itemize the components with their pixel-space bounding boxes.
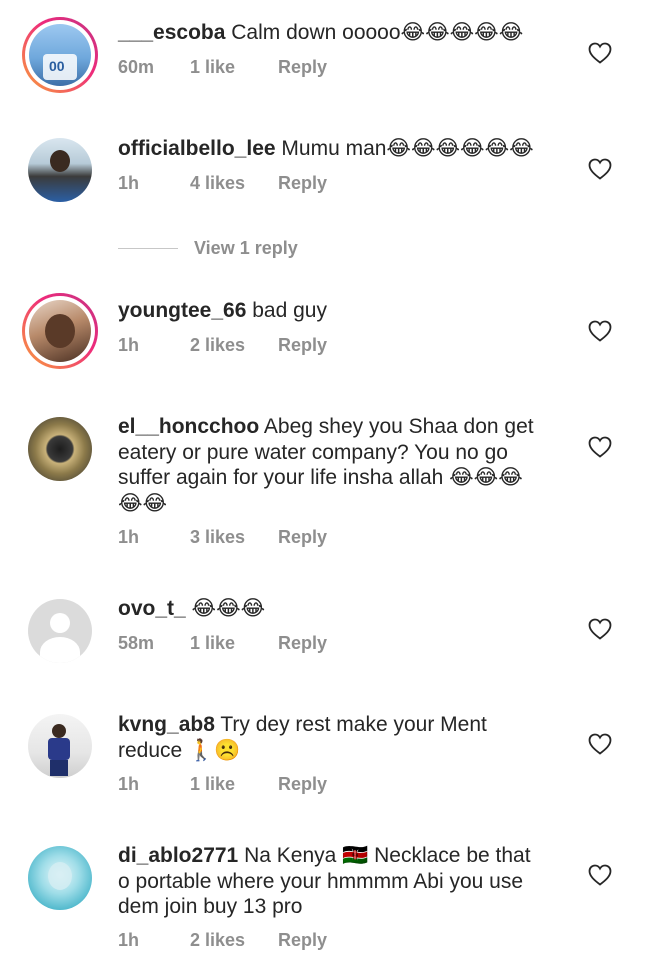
comment-time: 60m bbox=[118, 57, 155, 77]
comment-meta: 1h 1 like Reply bbox=[118, 774, 327, 795]
view-replies-button[interactable]: View 1 reply bbox=[118, 238, 298, 259]
reply-button[interactable]: Reply bbox=[278, 930, 327, 951]
comment-body: Calm down ooooo😂😂😂😂😂 bbox=[231, 21, 524, 44]
comment-likes[interactable]: 4 likes bbox=[190, 173, 278, 194]
comment-likes[interactable]: 1 like bbox=[190, 774, 278, 795]
heart-outline-icon[interactable] bbox=[588, 618, 612, 640]
comment-meta: 58m 1 like Reply bbox=[118, 633, 327, 654]
view-replies-divider bbox=[118, 248, 178, 249]
comment-meta: 1h 2 likes Reply bbox=[118, 335, 327, 356]
avatar[interactable] bbox=[22, 411, 98, 487]
avatar[interactable] bbox=[22, 840, 98, 916]
comment-body: 😂😂😂 bbox=[191, 597, 266, 620]
avatar[interactable] bbox=[22, 132, 98, 208]
comment-text: el__honcchoo Abeg shey you Shaa don get … bbox=[118, 414, 548, 516]
reply-button[interactable]: Reply bbox=[278, 633, 327, 654]
avatar[interactable]: 00 bbox=[22, 17, 98, 93]
reply-button[interactable]: Reply bbox=[278, 57, 327, 78]
comment-username[interactable]: el__honcchoo bbox=[118, 415, 259, 438]
reply-button[interactable]: Reply bbox=[278, 527, 327, 548]
comment-time: 1h bbox=[118, 335, 140, 355]
comment-text: youngtee_66 bad guy bbox=[118, 298, 548, 324]
comment-meta: 1h 3 likes Reply bbox=[118, 527, 327, 548]
comment-text: officialbello_lee Mumu man😂😂😂😂😂😂 bbox=[118, 136, 548, 162]
avatar[interactable] bbox=[22, 293, 98, 369]
comment-text: ___escoba Calm down ooooo😂😂😂😂😂 bbox=[118, 20, 548, 46]
comment-username[interactable]: ovo_t_ bbox=[118, 597, 186, 620]
reply-button[interactable]: Reply bbox=[278, 774, 327, 795]
view-replies-label[interactable]: View 1 reply bbox=[194, 238, 298, 259]
comment-username[interactable]: officialbello_lee bbox=[118, 137, 276, 160]
reply-button[interactable]: Reply bbox=[278, 335, 327, 356]
comment-text: di_ablo2771 Na Kenya 🇰🇪 Necklace be that… bbox=[118, 843, 548, 920]
comment-body: Mumu man😂😂😂😂😂😂 bbox=[281, 137, 534, 160]
heart-outline-icon[interactable] bbox=[588, 42, 612, 64]
comment-username[interactable]: di_ablo2771 bbox=[118, 844, 238, 867]
heart-outline-icon[interactable] bbox=[588, 320, 612, 342]
comment-likes[interactable]: 1 like bbox=[190, 633, 278, 654]
comment-username[interactable]: kvng_ab8 bbox=[118, 713, 215, 736]
comment-meta: 60m 1 like Reply bbox=[118, 57, 327, 78]
comment-time: 1h bbox=[118, 774, 140, 794]
avatar[interactable] bbox=[22, 593, 98, 669]
comment-time: 58m bbox=[118, 633, 155, 653]
heart-outline-icon[interactable] bbox=[588, 733, 612, 755]
heart-outline-icon[interactable] bbox=[588, 158, 612, 180]
comment-meta: 1h 2 likes Reply bbox=[118, 930, 327, 951]
reply-button[interactable]: Reply bbox=[278, 173, 327, 194]
heart-outline-icon[interactable] bbox=[588, 864, 612, 886]
comment-username[interactable]: youngtee_66 bbox=[118, 299, 246, 322]
comment-likes[interactable]: 2 likes bbox=[190, 930, 278, 951]
comment-likes[interactable]: 2 likes bbox=[190, 335, 278, 356]
comment-text: ovo_t_ 😂😂😂 bbox=[118, 596, 548, 622]
comment-text: kvng_ab8 Try dey rest make your Ment red… bbox=[118, 712, 548, 763]
comment-time: 1h bbox=[118, 930, 140, 950]
comment-meta: 1h 4 likes Reply bbox=[118, 173, 327, 194]
default-avatar-icon bbox=[28, 599, 92, 663]
heart-outline-icon[interactable] bbox=[588, 436, 612, 458]
comment-body: bad guy bbox=[252, 299, 327, 322]
comment-likes[interactable]: 3 likes bbox=[190, 527, 278, 548]
comment-likes[interactable]: 1 like bbox=[190, 57, 278, 78]
comment-time: 1h bbox=[118, 527, 140, 547]
comment-time: 1h bbox=[118, 173, 140, 193]
comment-username[interactable]: ___escoba bbox=[118, 21, 225, 44]
avatar[interactable] bbox=[22, 708, 98, 784]
